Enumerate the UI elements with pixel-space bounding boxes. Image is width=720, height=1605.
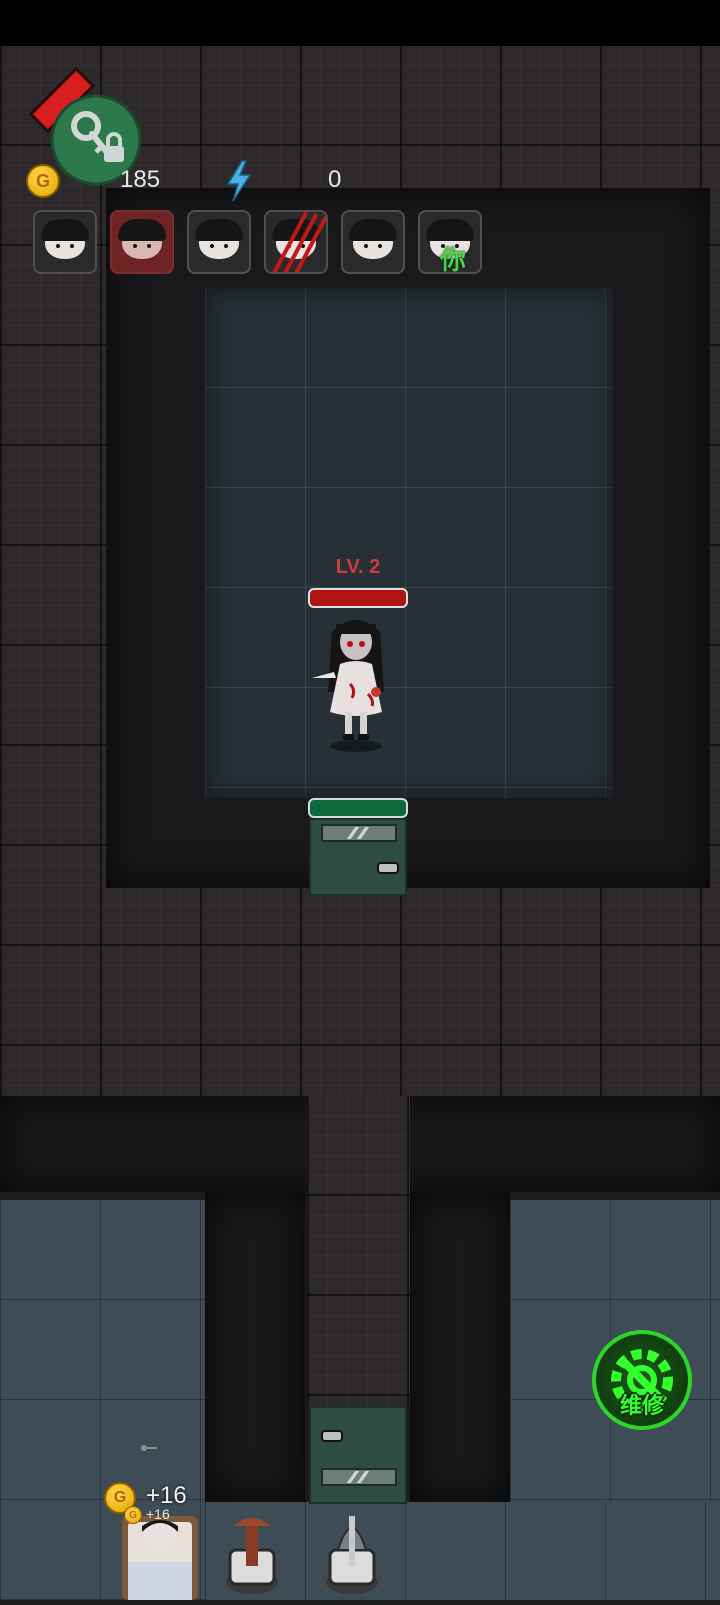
repair-button[interactable]: 维修 bbox=[592, 1330, 692, 1430]
brush-turret[interactable] bbox=[222, 1512, 282, 1598]
player-you-label: 你 bbox=[440, 245, 467, 274]
brick-column bbox=[307, 1096, 410, 1406]
corridor-left-shaft bbox=[205, 1192, 305, 1502]
face-icon bbox=[195, 219, 243, 259]
lightning-icon bbox=[224, 160, 254, 202]
small-key-icon[interactable] bbox=[140, 1440, 158, 1451]
lower-bottom-floor bbox=[205, 1502, 720, 1600]
energy-count: 0 bbox=[328, 166, 342, 193]
bed-income-small: +16 bbox=[146, 1506, 170, 1522]
coin-icon: G bbox=[26, 164, 60, 198]
portrait-player[interactable]: 你 bbox=[418, 210, 482, 274]
coin-count: 185 bbox=[120, 166, 161, 193]
face-icon bbox=[118, 219, 166, 259]
enemy-room-floor bbox=[205, 288, 613, 798]
enemy-level-label: LV. 2 bbox=[335, 556, 381, 578]
upper-door[interactable] bbox=[309, 818, 407, 896]
lower-door[interactable] bbox=[309, 1406, 407, 1504]
face-icon bbox=[349, 219, 397, 259]
portrait-girl-bangs[interactable] bbox=[341, 210, 405, 274]
drill-turret[interactable] bbox=[322, 1506, 382, 1598]
face-icon bbox=[41, 219, 89, 259]
door-window bbox=[321, 824, 397, 842]
door-handle bbox=[377, 862, 399, 874]
portrait-red-girl[interactable] bbox=[110, 210, 174, 274]
door-hp-bar bbox=[308, 798, 408, 818]
ghost-girl-sprite[interactable] bbox=[310, 614, 400, 754]
door-window bbox=[321, 1468, 397, 1486]
corridor-right-shaft bbox=[410, 1192, 510, 1502]
bed[interactable]: G +16 bbox=[112, 1506, 208, 1600]
door-handle bbox=[321, 1430, 343, 1442]
portrait-ghost-girl[interactable] bbox=[33, 210, 97, 274]
portrait-scratched[interactable] bbox=[264, 210, 328, 274]
status-bar bbox=[0, 0, 720, 46]
portrait-boy[interactable] bbox=[187, 210, 251, 274]
enemy-hp-bar bbox=[308, 588, 408, 608]
coin-icon: G bbox=[124, 1506, 142, 1524]
repair-label: 维修 bbox=[619, 1393, 664, 1418]
